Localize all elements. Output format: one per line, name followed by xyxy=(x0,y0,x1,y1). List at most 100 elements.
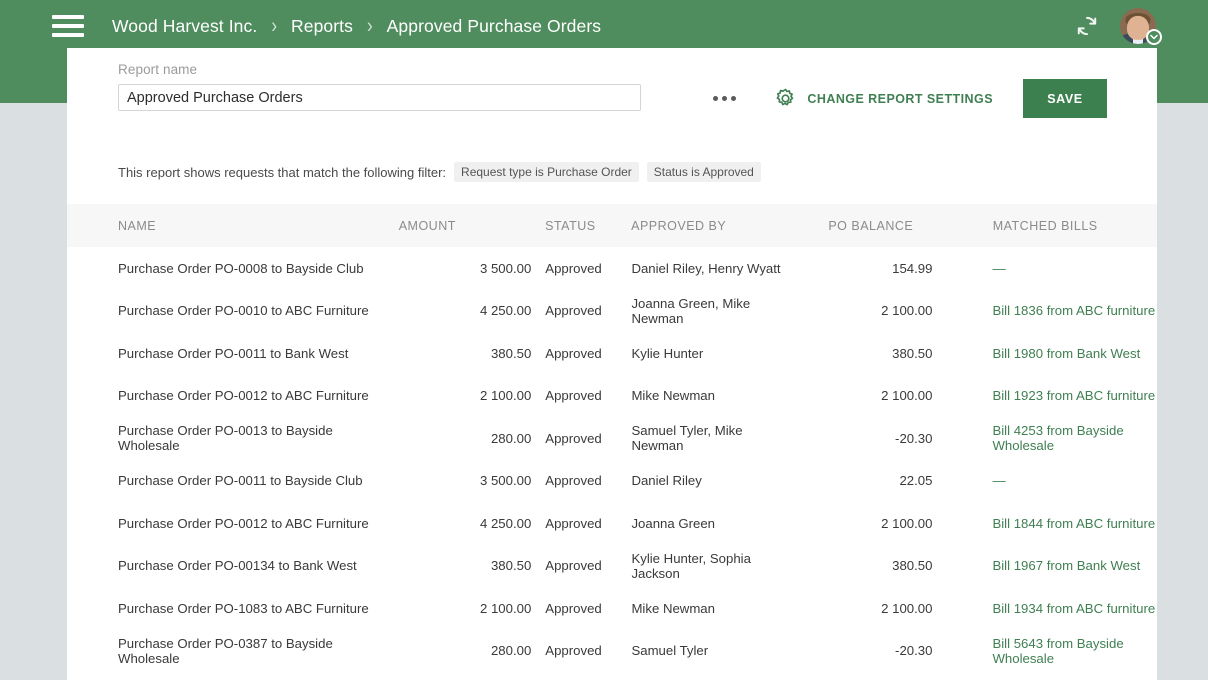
hamburger-menu-icon[interactable] xyxy=(52,15,84,37)
row-po-balance: 22.05 xyxy=(798,473,933,488)
row-po-balance: -20.30 xyxy=(798,431,933,446)
row-approved-by: Mike Newman xyxy=(631,601,797,616)
table-row[interactable]: Purchase Order PO-0010 to ABC Furniture4… xyxy=(67,290,1157,333)
more-options-icon[interactable] xyxy=(699,86,750,111)
row-matched-bills[interactable]: Bill 1844 from ABC furniture xyxy=(932,516,1157,531)
breadcrumb-item-current: Approved Purchase Orders xyxy=(387,16,601,37)
row-po-balance: 2 100.00 xyxy=(798,601,933,616)
row-status: Approved xyxy=(533,261,631,276)
column-header-approved-by[interactable]: APPROVED BY xyxy=(631,219,797,233)
report-name-input[interactable] xyxy=(118,84,641,111)
row-amount: 380.50 xyxy=(386,558,533,573)
report-table: NAME AMOUNT STATUS APPROVED BY PO BALANC… xyxy=(67,204,1157,672)
column-header-po-balance[interactable]: PO BALANCE xyxy=(797,219,932,233)
table-row[interactable]: Purchase Order PO-0008 to Bayside Club3 … xyxy=(67,247,1157,290)
row-approved-by: Daniel Riley, Henry Wyatt xyxy=(631,261,797,276)
row-status: Approved xyxy=(533,516,631,531)
table-row[interactable]: Purchase Order PO-00134 to Bank West380.… xyxy=(67,545,1157,588)
row-matched-bills[interactable]: Bill 1967 from Bank West xyxy=(932,558,1157,573)
row-approved-by: Samuel Tyler xyxy=(631,643,797,658)
hamburger-line xyxy=(52,24,84,28)
dot xyxy=(731,96,736,101)
row-approved-by: Samuel Tyler, Mike Newman xyxy=(631,423,797,453)
row-po-balance: 380.50 xyxy=(798,558,933,573)
row-amount: 2 100.00 xyxy=(386,388,533,403)
row-amount: 2 100.00 xyxy=(386,601,533,616)
row-amount: 280.00 xyxy=(386,643,533,658)
table-row[interactable]: Purchase Order PO-1083 to ABC Furniture2… xyxy=(67,587,1157,630)
row-status: Approved xyxy=(533,431,631,446)
table-row[interactable]: Purchase Order PO-0011 to Bayside Club3 … xyxy=(67,460,1157,503)
chevron-down-icon[interactable] xyxy=(1146,29,1162,45)
row-matched-bills[interactable]: Bill 1934 from ABC furniture xyxy=(932,601,1157,616)
table-row[interactable]: Purchase Order PO-0013 to Bayside Wholes… xyxy=(67,417,1157,460)
row-status: Approved xyxy=(533,643,631,658)
report-toolbar: CHANGE REPORT SETTINGS SAVE xyxy=(699,77,1107,120)
dot xyxy=(713,96,718,101)
row-status: Approved xyxy=(533,601,631,616)
change-report-settings-button[interactable]: CHANGE REPORT SETTINGS xyxy=(762,77,1005,120)
breadcrumb-item-reports[interactable]: Reports xyxy=(291,16,353,37)
table-row[interactable]: Purchase Order PO-0012 to ABC Furniture4… xyxy=(67,502,1157,545)
row-matched-bills[interactable]: Bill 1836 from ABC furniture xyxy=(932,303,1157,318)
row-status: Approved xyxy=(533,303,631,318)
column-header-status[interactable]: STATUS xyxy=(533,219,631,233)
sync-refresh-icon[interactable] xyxy=(1074,13,1100,39)
table-body: Purchase Order PO-0008 to Bayside Club3 … xyxy=(67,247,1157,672)
row-amount: 4 250.00 xyxy=(386,516,533,531)
change-report-settings-label: CHANGE REPORT SETTINGS xyxy=(807,92,993,106)
row-matched-bills[interactable]: Bill 1980 from Bank West xyxy=(932,346,1157,361)
row-amount: 3 500.00 xyxy=(386,473,533,488)
row-amount: 280.00 xyxy=(386,431,533,446)
row-matched-bills[interactable]: — xyxy=(932,261,1157,276)
chevron-right-icon: › xyxy=(271,14,277,39)
table-row[interactable]: Purchase Order PO-0011 to Bank West380.5… xyxy=(67,332,1157,375)
row-name: Purchase Order PO-0011 to Bayside Club xyxy=(67,473,386,488)
row-name: Purchase Order PO-0012 to ABC Furniture xyxy=(67,388,386,403)
row-po-balance: -20.30 xyxy=(798,643,933,658)
row-status: Approved xyxy=(533,388,631,403)
filter-chip-status[interactable]: Status is Approved xyxy=(647,162,761,182)
row-approved-by: Daniel Riley xyxy=(631,473,797,488)
table-row[interactable]: Purchase Order PO-0012 to ABC Furniture2… xyxy=(67,375,1157,418)
row-amount: 3 500.00 xyxy=(386,261,533,276)
row-po-balance: 2 100.00 xyxy=(798,388,933,403)
row-approved-by: Joanna Green, Mike Newman xyxy=(631,296,797,326)
row-po-balance: 2 100.00 xyxy=(798,516,933,531)
row-status: Approved xyxy=(533,473,631,488)
dot xyxy=(722,96,727,101)
chevron-right-icon: › xyxy=(367,14,373,39)
row-amount: 4 250.00 xyxy=(386,303,533,318)
column-header-name[interactable]: NAME xyxy=(67,219,386,233)
column-header-matched-bills[interactable]: MATCHED BILLS xyxy=(933,219,1157,233)
row-name: Purchase Order PO-0008 to Bayside Club xyxy=(67,261,386,276)
gear-icon xyxy=(774,87,797,110)
filter-description-text: This report shows requests that match th… xyxy=(118,165,446,180)
row-matched-bills[interactable]: Bill 5643 from Bayside Wholesale xyxy=(932,636,1157,666)
table-header-row: NAME AMOUNT STATUS APPROVED BY PO BALANC… xyxy=(67,204,1157,247)
row-name: Purchase Order PO-1083 to ABC Furniture xyxy=(67,601,386,616)
avatar[interactable] xyxy=(1120,8,1156,44)
row-matched-bills[interactable]: — xyxy=(932,473,1157,488)
row-name: Purchase Order PO-0012 to ABC Furniture xyxy=(67,516,386,531)
save-button[interactable]: SAVE xyxy=(1023,79,1107,118)
column-header-amount[interactable]: AMOUNT xyxy=(386,219,533,233)
report-card: Report name CHANGE REPORT SETTINGS SAVE … xyxy=(67,48,1157,680)
table-row[interactable]: Purchase Order PO-0387 to Bayside Wholes… xyxy=(67,630,1157,673)
row-name: Purchase Order PO-0387 to Bayside Wholes… xyxy=(67,636,386,666)
row-name: Purchase Order PO-00134 to Bank West xyxy=(67,558,386,573)
row-po-balance: 154.99 xyxy=(798,261,933,276)
row-approved-by: Mike Newman xyxy=(631,388,797,403)
row-status: Approved xyxy=(533,558,631,573)
hamburger-line xyxy=(52,15,84,19)
row-po-balance: 2 100.00 xyxy=(798,303,933,318)
row-approved-by: Kylie Hunter xyxy=(631,346,797,361)
hamburger-line xyxy=(52,33,84,37)
row-matched-bills[interactable]: Bill 1923 from ABC furniture xyxy=(932,388,1157,403)
filter-chip-request-type[interactable]: Request type is Purchase Order xyxy=(454,162,639,182)
row-name: Purchase Order PO-0013 to Bayside Wholes… xyxy=(67,423,386,453)
row-matched-bills[interactable]: Bill 4253 from Bayside Wholesale xyxy=(932,423,1157,453)
row-amount: 380.50 xyxy=(386,346,533,361)
row-name: Purchase Order PO-0010 to ABC Furniture xyxy=(67,303,386,318)
breadcrumb-item-company[interactable]: Wood Harvest Inc. xyxy=(112,16,257,37)
